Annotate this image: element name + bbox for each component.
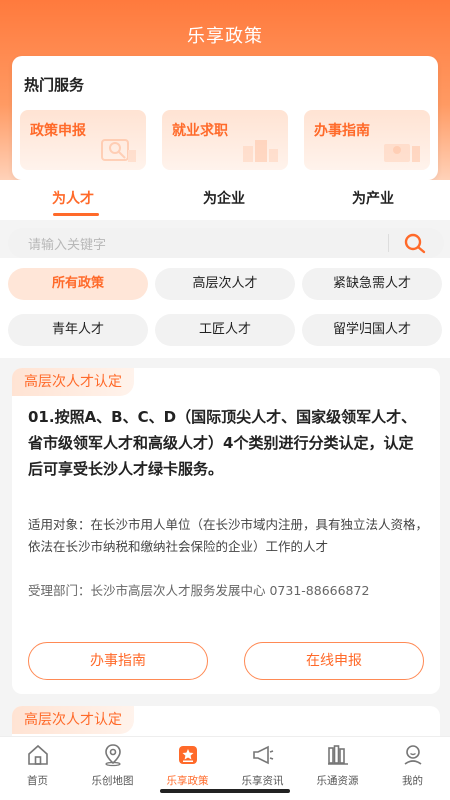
tabbar-item-mine[interactable]: 我的 xyxy=(375,741,450,791)
search-input[interactable]: 请输入关键字 xyxy=(28,234,106,253)
user-icon xyxy=(404,745,421,765)
hot-service-label: 就业求职 xyxy=(172,123,228,139)
page-title: 乐享政策 xyxy=(187,26,263,47)
filter-chip-urgent[interactable]: 紧缺急需人才 xyxy=(302,268,442,300)
policy-icon xyxy=(178,746,197,764)
hot-service-policy-apply[interactable]: 政策申报 xyxy=(20,110,146,170)
tabbar-label: 乐通资源 xyxy=(316,775,359,787)
filter-area: 所有政策 高层次人才 紧缺急需人才 青年人才 工匠人才 留学归国人才 xyxy=(0,258,450,358)
search-person-icon xyxy=(101,139,136,162)
tabbar-label: 首页 xyxy=(27,775,48,787)
home-icon xyxy=(27,744,48,765)
hot-service-label: 办事指南 xyxy=(314,123,370,139)
tabbar-item-resources[interactable]: 乐通资源 xyxy=(300,741,375,791)
policy-card: 高层次人才认定 01.按照A、B、C、D（国际顶尖人才、国家级领军人才、省市级领… xyxy=(12,368,440,694)
filter-chip-all[interactable]: 所有政策 xyxy=(8,268,148,300)
search-icon[interactable] xyxy=(402,231,428,255)
map-pin-icon xyxy=(104,744,121,767)
hot-services-card: 热门服务 政策申报 就业求职 办事指南 xyxy=(12,56,438,180)
books-icon xyxy=(327,745,348,765)
tabbar-label: 我的 xyxy=(402,775,423,787)
apply-online-button[interactable]: 在线申报 xyxy=(244,642,424,680)
search-divider xyxy=(388,234,389,252)
home-indicator xyxy=(160,789,290,793)
hot-services-title: 热门服务 xyxy=(24,76,85,94)
tabbar-item-map[interactable]: 乐创地图 xyxy=(75,741,150,791)
megaphone-icon xyxy=(252,745,273,765)
filter-chip-high-level[interactable]: 高层次人才 xyxy=(155,268,295,300)
search-bar[interactable]: 请输入关键字 xyxy=(8,228,444,258)
hot-service-job-seeking[interactable]: 就业求职 xyxy=(162,110,288,170)
tabbar-item-policy[interactable]: 乐享政策 xyxy=(150,741,225,791)
tabbar-label: 乐享政策 xyxy=(166,775,209,787)
tabbar-label: 乐享资讯 xyxy=(241,775,284,787)
policy-heading: 01.按照A、B、C、D（国际顶尖人才、国家级领军人才、省市级领军人才和高级人才… xyxy=(28,408,417,478)
filter-chip-youth[interactable]: 青年人才 xyxy=(8,314,148,346)
tab-for-industry[interactable]: 为产业 xyxy=(352,188,394,208)
tabbar-item-news[interactable]: 乐享资讯 xyxy=(225,741,300,791)
policy-department: 受理部门：长沙市高层次人才服务发展中心 0731-88666872 xyxy=(28,583,370,598)
guide-button[interactable]: 办事指南 xyxy=(28,642,208,680)
active-tab-indicator xyxy=(53,213,99,216)
tabbar-item-home[interactable]: 首页 xyxy=(0,741,75,791)
person-desk-icon xyxy=(384,144,420,162)
policy-category-tag: 高层次人才认定 xyxy=(12,368,134,396)
filter-chip-craftsman[interactable]: 工匠人才 xyxy=(155,314,295,346)
hot-service-label: 政策申报 xyxy=(30,123,86,139)
tabbar-label: 乐创地图 xyxy=(91,775,134,787)
tab-for-enterprise[interactable]: 为企业 xyxy=(203,188,245,208)
tab-for-talent[interactable]: 为人才 xyxy=(52,188,94,208)
hot-service-guide[interactable]: 办事指南 xyxy=(304,110,430,170)
policy-target: 适用对象：在长沙市用人单位（在长沙市域内注册，具有独立法人资格，依法在长沙市纳税… xyxy=(28,517,429,554)
policy-category-tag: 高层次人才认定 xyxy=(12,706,134,734)
buildings-icon xyxy=(243,140,278,162)
filter-chip-returnee[interactable]: 留学归国人才 xyxy=(302,314,442,346)
